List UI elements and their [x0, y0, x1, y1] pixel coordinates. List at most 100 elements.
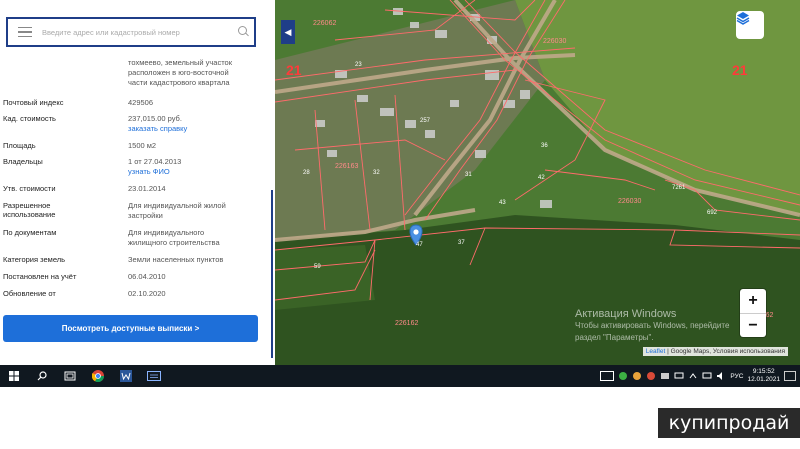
address-line: части кадастрового квартала — [128, 78, 230, 87]
network-icon[interactable] — [702, 371, 712, 381]
search-taskbar-button[interactable] — [28, 365, 56, 387]
plot-number: 59 — [314, 264, 321, 270]
search-bar[interactable] — [6, 17, 256, 47]
row-label: Разрешенное — [3, 201, 51, 210]
plot-number: 692 — [707, 210, 718, 216]
row-label: Постановлен на учёт — [3, 272, 77, 281]
updated-row: Обновление от 02.10.2020 — [0, 289, 270, 306]
search-input[interactable] — [42, 27, 234, 37]
chrome-icon — [92, 370, 104, 382]
area-row: Площадь 1500 м2 — [0, 141, 270, 157]
plot-number: 28 — [303, 170, 310, 176]
parcel-label: 226162 — [395, 320, 419, 327]
tray-app-icon[interactable] — [660, 371, 670, 381]
hamburger-menu-icon[interactable] — [8, 19, 42, 45]
chevron-up-icon[interactable] — [688, 371, 698, 381]
system-tray: РУС 9:15:52 12.01.2021 — [600, 365, 800, 387]
map-attribution: Leaflet | Google Maps, Условия использов… — [642, 347, 788, 356]
word-taskbar-button[interactable] — [112, 365, 140, 387]
row-value: жилищного строительства — [128, 238, 220, 247]
display-icon[interactable] — [674, 371, 684, 381]
language-indicator[interactable]: РУС — [730, 373, 743, 380]
address-row: тохмеево, земельный участок расположен в… — [0, 58, 270, 98]
layers-button[interactable] — [736, 11, 764, 39]
registered-row: Постановлен на учёт 06.04.2010 — [0, 272, 270, 289]
clock[interactable]: 9:15:52 12.01.2021 — [747, 368, 780, 384]
task-view-icon — [64, 371, 76, 381]
keyboard-icon — [147, 371, 161, 381]
order-certificate-link[interactable]: заказать справку — [128, 124, 270, 134]
row-label: Кад. стоимость — [3, 114, 56, 123]
notification-center-icon[interactable] — [784, 371, 796, 381]
permitted-use-row: Разрешенное использование Для индивидуал… — [0, 201, 270, 228]
screen: тохмеево, земельный участок расположен в… — [0, 0, 800, 365]
zoom-control: + − — [740, 289, 766, 337]
watermark-title: Активация Windows — [575, 308, 677, 320]
plot-number: 7261 — [672, 185, 686, 191]
clock-date: 12.01.2021 — [747, 376, 780, 383]
clock-time: 9:15:52 — [752, 368, 775, 375]
row-value: 02.10.2020 — [128, 289, 166, 298]
plot-number: 32 — [373, 170, 380, 176]
zone-label: 21 — [286, 62, 302, 78]
plot-number: 31 — [465, 172, 472, 178]
details-list: тохмеево, земельный участок расположен в… — [0, 58, 270, 306]
app-tray-icon[interactable] — [646, 371, 656, 381]
task-view-button[interactable] — [56, 365, 84, 387]
plot-number: 23 — [355, 62, 362, 68]
row-label: Почтовый индекс — [3, 98, 64, 107]
address-line: расположен в юго-восточной — [128, 68, 229, 77]
panel-scrollbar[interactable] — [271, 190, 273, 358]
windows-logo-icon — [9, 371, 19, 381]
parcel-label: 226163 — [335, 163, 359, 170]
owners-row: Владельцы 1 от 27.04.2013 узнать ФИО — [0, 157, 270, 184]
plot-number: 37 — [458, 240, 465, 246]
row-value: 06.04.2010 — [128, 272, 166, 281]
watermark-line: раздел "Параметры". — [575, 333, 654, 342]
postal-code-row: Почтовый индекс 429506 — [0, 98, 270, 114]
row-value: застройки — [128, 211, 163, 220]
row-label: Владельцы — [3, 157, 43, 166]
cadastral-cost-row: Кад. стоимость 237,015.00 руб. заказать … — [0, 114, 270, 141]
site-watermark-logo: купипродай — [658, 408, 800, 438]
land-category-row: Категория земель Земли населенных пункто… — [0, 255, 270, 272]
approved-cost-row: Утв. стоимости 23.01.2014 — [0, 184, 270, 201]
row-label: использование — [3, 210, 56, 219]
attribution-text[interactable]: | Google Maps, Условия использования — [667, 348, 785, 355]
layers-icon — [736, 12, 750, 25]
row-label: Обновление от — [3, 289, 56, 298]
row-value: 1 от 27.04.2013 — [128, 157, 182, 166]
zoom-out-button[interactable]: − — [740, 313, 766, 337]
search-icon[interactable] — [234, 22, 254, 42]
volume-icon[interactable] — [716, 371, 726, 381]
row-label: Площадь — [3, 141, 36, 150]
row-label: По документам — [3, 228, 57, 237]
search-icon — [37, 371, 47, 381]
plot-number: 257 — [420, 118, 431, 124]
zoom-in-button[interactable]: + — [740, 289, 766, 313]
row-value: Для индивидуальной жилой — [128, 201, 226, 210]
security-shield-icon[interactable] — [618, 371, 628, 381]
parcel-label: 226062 — [313, 20, 337, 27]
view-extracts-button[interactable]: Посмотреть доступные выписки > — [3, 315, 258, 342]
start-button[interactable] — [0, 365, 28, 387]
map[interactable]: 226062 226030 226163 226162 226162 22603… — [275, 0, 800, 365]
leaflet-link[interactable]: Leaflet — [646, 348, 666, 355]
watermark-line: Чтобы активировать Windows, перейдите — [575, 321, 730, 330]
parcel-label: 226030 — [618, 198, 642, 205]
row-value: Земли населенных пунктов — [128, 255, 224, 264]
by-documents-row: По документам Для индивидуального жилищн… — [0, 228, 270, 255]
collapse-panel-button[interactable]: ◀ — [281, 20, 295, 44]
keyboard-app-taskbar-button[interactable] — [140, 365, 168, 387]
find-owner-name-link[interactable]: узнать ФИО — [128, 167, 270, 177]
row-label: Категория земель — [3, 255, 66, 264]
plot-number: 42 — [538, 175, 545, 181]
antivirus-icon[interactable] — [632, 371, 642, 381]
zone-label: 21 — [732, 62, 748, 78]
row-value: 429506 — [128, 98, 154, 107]
row-value: 23.01.2014 — [128, 184, 166, 193]
keyboard-tray-icon[interactable] — [600, 371, 615, 381]
row-value: 1500 м2 — [128, 141, 157, 150]
row-value: Для индивидуального — [128, 228, 205, 237]
chrome-taskbar-button[interactable] — [84, 365, 112, 387]
